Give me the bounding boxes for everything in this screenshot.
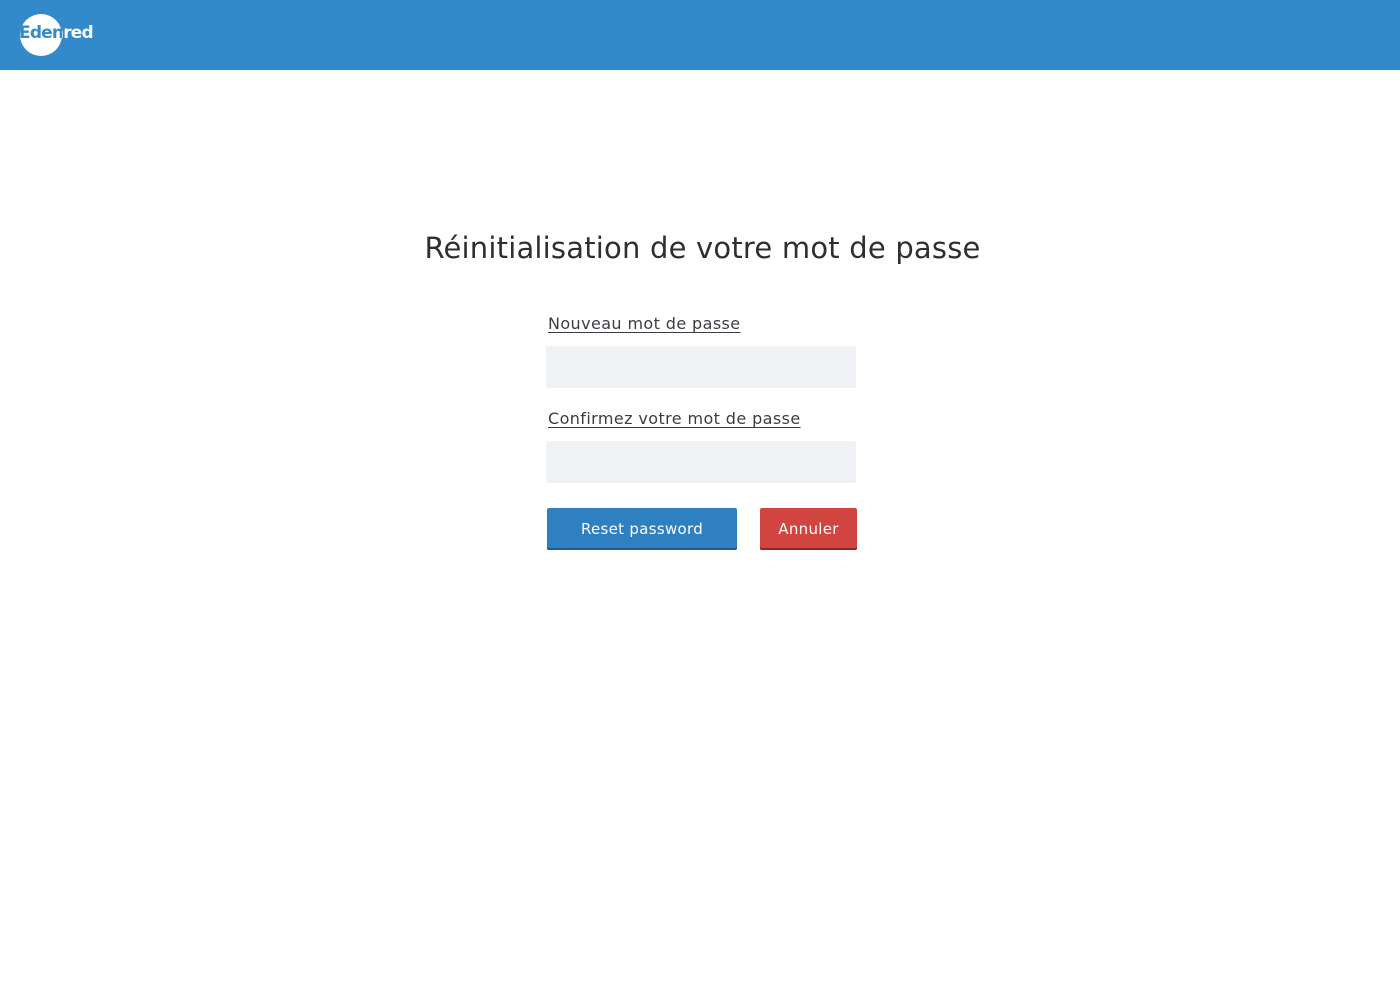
logo-text: Edenred (19, 23, 94, 43)
new-password-input[interactable] (546, 346, 856, 388)
new-password-label[interactable]: Nouveau mot de passe (548, 312, 741, 336)
edenred-logo[interactable]: Edenred (18, 13, 98, 57)
reset-password-button[interactable]: Reset password (547, 508, 737, 550)
confirm-password-input[interactable] (546, 441, 856, 483)
cancel-button[interactable]: Annuler (760, 508, 857, 550)
page-title: Réinitialisation de votre mot de passe (424, 231, 981, 265)
confirm-password-label[interactable]: Confirmez votre mot de passe (548, 407, 801, 431)
top-header: Edenred (0, 0, 1400, 70)
